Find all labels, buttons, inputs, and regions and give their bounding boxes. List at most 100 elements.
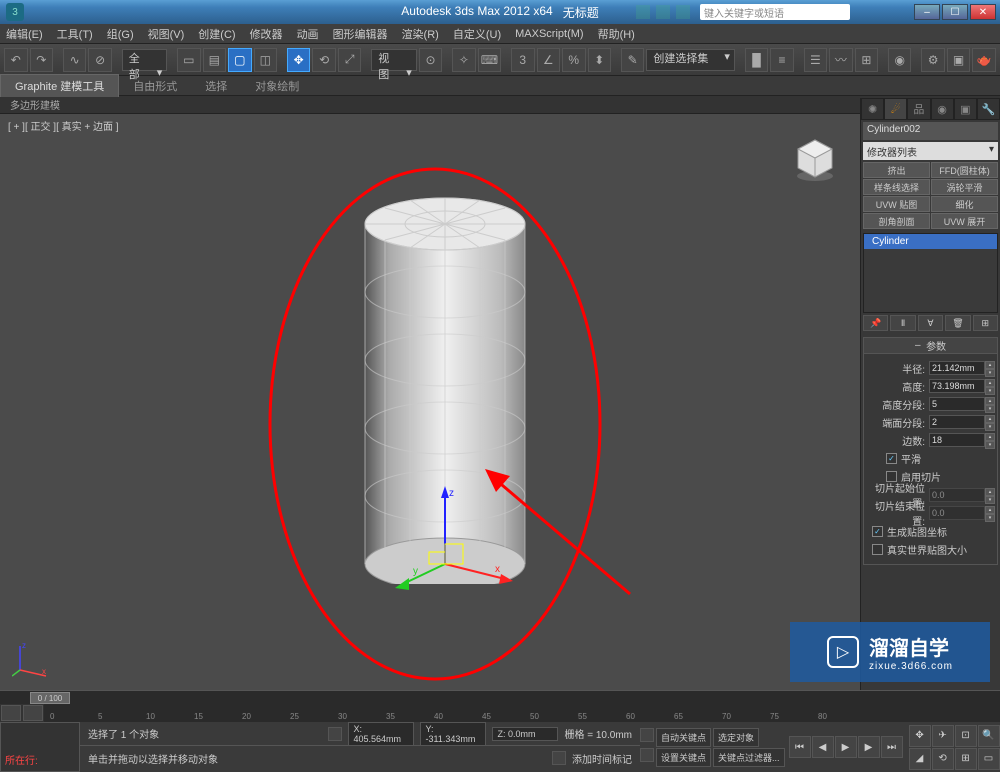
time-slider[interactable]: 0 / 100: [0, 690, 1000, 704]
modifier-list-select[interactable]: 修改器列表: [863, 142, 998, 160]
redo-icon[interactable]: ↷: [30, 48, 54, 72]
ribbon-tab-modeling[interactable]: Graphite 建模工具: [0, 74, 119, 97]
undo-icon[interactable]: ↶: [4, 48, 28, 72]
rotate-icon[interactable]: ⟲: [312, 48, 336, 72]
menu-graph-editors[interactable]: 图形编辑器: [333, 26, 388, 42]
mod-button-turbosmooth[interactable]: 涡轮平滑: [931, 179, 998, 195]
render-frame-icon[interactable]: ▣: [947, 48, 971, 72]
sides-input[interactable]: 18: [929, 433, 985, 447]
next-frame-icon[interactable]: ▶: [858, 736, 880, 758]
goto-end-icon[interactable]: ⏭: [881, 736, 903, 758]
radius-input[interactable]: 21.142mm: [929, 361, 985, 375]
configure-icon[interactable]: ⊞: [973, 315, 998, 331]
select-name-icon[interactable]: ▤: [203, 48, 227, 72]
modifier-stack[interactable]: Cylinder: [863, 233, 998, 313]
coord-z-input[interactable]: Z: 0.0mm: [492, 727, 558, 741]
spinner-icon[interactable]: ▴▾: [985, 379, 995, 393]
zoom-icon[interactable]: 🔍: [978, 725, 1000, 747]
maximize-button[interactable]: ☐: [942, 4, 968, 20]
app-icon[interactable]: 3: [6, 3, 24, 21]
spinner-icon[interactable]: ▴▾: [985, 415, 995, 429]
object-name-input[interactable]: Cylinder002: [863, 122, 998, 140]
script-listener[interactable]: 所在行:: [0, 722, 80, 772]
spinner-icon[interactable]: ▴▾: [985, 397, 995, 411]
move-icon[interactable]: ✥: [287, 48, 311, 72]
viewport-label[interactable]: [ + ][ 正交 ][ 真实 + 边面 ]: [8, 118, 119, 133]
ribbon-tab-paint[interactable]: 对象绘制: [241, 75, 313, 97]
qat-icon[interactable]: [636, 5, 650, 19]
menu-animation[interactable]: 动画: [297, 26, 319, 42]
rollout-header[interactable]: – 参数: [864, 338, 997, 354]
mod-button-extrude[interactable]: 挤出: [863, 162, 930, 178]
menu-create[interactable]: 创建(C): [198, 26, 235, 42]
zoom-region-icon[interactable]: ▭: [978, 748, 1000, 770]
display-tab-icon[interactable]: ▣: [954, 98, 977, 120]
pan-icon[interactable]: ✥: [909, 725, 931, 747]
named-selection-select[interactable]: 创建选择集: [646, 49, 735, 71]
menu-tools[interactable]: 工具(T): [57, 26, 93, 42]
zoom-extents-icon[interactable]: ⊡: [955, 725, 977, 747]
move-gizmo-icon[interactable]: z x y: [395, 484, 515, 604]
fov-icon[interactable]: ◢: [909, 748, 931, 770]
pin-stack-icon[interactable]: 📌: [863, 315, 888, 331]
show-result-icon[interactable]: Ⅱ: [890, 315, 915, 331]
selection-filter-select[interactable]: 全部: [122, 49, 168, 71]
curve-editor-icon[interactable]: 〰: [829, 48, 853, 72]
link-icon[interactable]: ∿: [63, 48, 87, 72]
remove-mod-icon[interactable]: 🗑: [945, 315, 970, 331]
help-search-input[interactable]: 键入关键字或短语: [700, 4, 850, 20]
play-icon[interactable]: ▶: [835, 736, 857, 758]
minimize-button[interactable]: –: [914, 4, 940, 20]
manipulate-icon[interactable]: ✧: [452, 48, 476, 72]
keyboard-shortcut-icon[interactable]: ⌨: [478, 48, 502, 72]
mod-button-uvwmap[interactable]: UVW 贴图: [863, 196, 930, 212]
prev-frame-icon[interactable]: ◀: [812, 736, 834, 758]
qat-icon[interactable]: [656, 5, 670, 19]
menu-group[interactable]: 组(G): [107, 26, 134, 42]
trackbar-filter-icon[interactable]: [23, 705, 43, 721]
time-tag-icon[interactable]: [552, 751, 566, 765]
key-filter-button[interactable]: 关键点过滤器...: [713, 748, 785, 767]
key-lock-icon[interactable]: [640, 728, 654, 742]
menu-edit[interactable]: 编辑(E): [6, 26, 43, 42]
spinner-icon[interactable]: ▴▾: [985, 361, 995, 375]
ref-coord-select[interactable]: 视图: [371, 49, 417, 71]
menu-render[interactable]: 渲染(R): [402, 26, 439, 42]
mod-button-unwrap[interactable]: UVW 展开: [931, 213, 998, 229]
coord-x-input[interactable]: X: 405.564mm: [348, 722, 414, 746]
autokey-button[interactable]: 自动关键点: [656, 728, 711, 747]
orbit-icon[interactable]: ⟲: [932, 748, 954, 770]
snap-icon[interactable]: 3: [511, 48, 535, 72]
time-slider-thumb[interactable]: 0 / 100: [30, 692, 70, 704]
height-input[interactable]: 73.198mm: [929, 379, 985, 393]
select-region-icon[interactable]: ▢: [228, 48, 252, 72]
unlink-icon[interactable]: ⊘: [88, 48, 112, 72]
close-button[interactable]: ✕: [970, 4, 996, 20]
time-ruler[interactable]: 05101520253035404550556065707580: [44, 704, 1000, 722]
coord-y-input[interactable]: Y: -311.343mm: [420, 722, 486, 746]
qat-icon[interactable]: [676, 5, 690, 19]
schematic-icon[interactable]: ⊞: [855, 48, 879, 72]
menu-maxscript[interactable]: MAXScript(M): [515, 28, 583, 40]
height-segs-input[interactable]: 5: [929, 397, 985, 411]
utilities-tab-icon[interactable]: 🔧: [977, 98, 1000, 120]
viewport[interactable]: [ + ][ 正交 ][ 真实 + 边面 ]: [0, 114, 860, 690]
viewcube-icon[interactable]: [790, 134, 840, 184]
trackbar-toggle-icon[interactable]: [1, 705, 21, 721]
ribbon-tab-selection[interactable]: 选择: [191, 75, 241, 97]
mod-button-ffd[interactable]: FFD(圆柱体): [931, 162, 998, 178]
menu-customize[interactable]: 自定义(U): [453, 26, 501, 42]
stack-item-cylinder[interactable]: Cylinder: [864, 234, 997, 249]
setkey-button[interactable]: 设置关键点: [656, 748, 711, 767]
mod-button-spline[interactable]: 样条线选择: [863, 179, 930, 195]
max-viewport-icon[interactable]: ⊞: [955, 748, 977, 770]
render-icon[interactable]: 🫖: [972, 48, 996, 72]
scale-icon[interactable]: ⤢: [338, 48, 362, 72]
key-target-select[interactable]: 选定对象: [713, 728, 759, 747]
lock-selection-icon[interactable]: [328, 727, 342, 741]
modify-tab-icon[interactable]: ☄: [884, 98, 907, 120]
walk-icon[interactable]: ✈: [932, 725, 954, 747]
render-setup-icon[interactable]: ⚙: [921, 48, 945, 72]
cap-segs-input[interactable]: 2: [929, 415, 985, 429]
mod-button-tessellate[interactable]: 细化: [931, 196, 998, 212]
